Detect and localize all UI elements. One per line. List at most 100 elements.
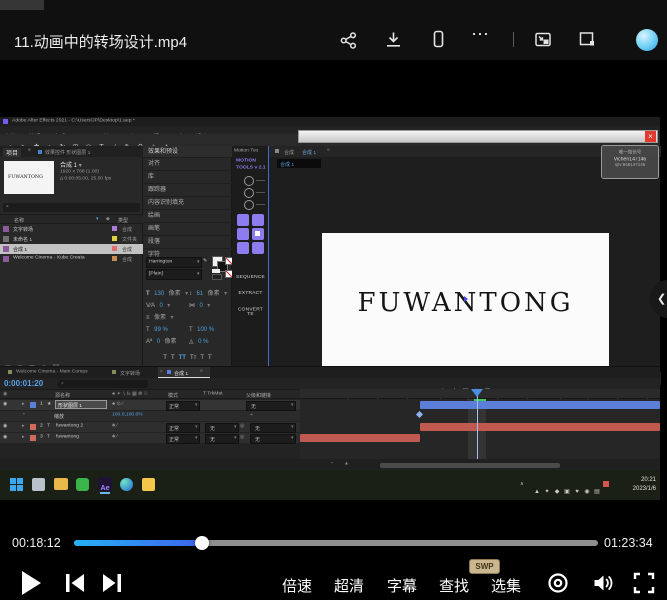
- project-row[interactable]: 未命名 1 文件夹: [0, 234, 143, 244]
- motion-swatch[interactable]: [252, 214, 264, 226]
- panel-list-item[interactable]: 画笔: [143, 223, 232, 236]
- twirl-icon[interactable]: ▸: [22, 401, 25, 407]
- motion-buttons-item[interactable]: CONVERT TE: [236, 307, 266, 317]
- caret-icon[interactable]: ▾: [207, 303, 210, 309]
- panel-list-item[interactable]: 段落: [143, 236, 232, 249]
- timeline-tab-active[interactable]: × 合成 1 ≡: [158, 367, 210, 378]
- project-row[interactable]: 文字转场 合成: [0, 224, 143, 234]
- motion-dial[interactable]: [244, 188, 254, 198]
- label-square[interactable]: [112, 236, 117, 241]
- parent-select[interactable]: 无 ▾: [250, 434, 296, 444]
- volume-button[interactable]: [591, 571, 615, 595]
- property-value[interactable]: 100.0,100.0%: [112, 412, 143, 417]
- timeline-graph-area[interactable]: [300, 399, 660, 459]
- motion-buttons-item[interactable]: SEQUENCE: [236, 275, 266, 280]
- next-button[interactable]: [99, 572, 125, 594]
- layer-row[interactable]: ◉ ▸ 3 T fuwantong ♣ ∕ 正常 ▾ 无 ▾ ◎: [0, 433, 300, 443]
- viewer-tab-menu-icon[interactable]: ≡: [327, 148, 330, 153]
- motion-swatch[interactable]: [252, 242, 264, 254]
- composition-canvas[interactable]: FUWANTONG: [322, 233, 609, 371]
- project-search-box[interactable]: ⌕: [3, 203, 140, 212]
- avatar[interactable]: [636, 29, 658, 51]
- playhead-marker[interactable]: [471, 389, 483, 397]
- system-tray-icons-item[interactable]: ♥: [572, 489, 582, 495]
- playhead-line[interactable]: [477, 389, 478, 459]
- parent-select[interactable]: 无 ▾: [250, 423, 296, 433]
- mini-window-button[interactable]: [577, 30, 597, 49]
- faux-styles-row-item[interactable]: Tт: [190, 355, 196, 361]
- column-source-name[interactable]: 源名称: [55, 391, 70, 398]
- panel-list-item[interactable]: 对齐: [143, 158, 232, 171]
- panel-list-item[interactable]: 库: [143, 171, 232, 184]
- pickwhip-icon[interactable]: ◎: [240, 423, 244, 429]
- caret-icon[interactable]: ▾: [185, 291, 188, 297]
- effects-presets-panel-header[interactable]: 效果和预设: [143, 146, 232, 158]
- layer-row[interactable]: ◉ ▸ 1 ★ 形状图层 1 ♣ ⊙ ∕ 正常 ▾ 无 ▾: [0, 400, 300, 410]
- tab-menu-icon[interactable]: ≡: [200, 369, 203, 374]
- motion-dial[interactable]: [244, 176, 254, 186]
- taskbar-app-explorer[interactable]: [32, 478, 45, 491]
- system-tray-icons[interactable]: ▲✦◆▣♥◉▤: [532, 480, 602, 498]
- comp-breadcrumb[interactable]: 合成 1: [277, 159, 321, 168]
- taskbar-app-notes[interactable]: [142, 478, 155, 491]
- motion-dial[interactable]: [244, 200, 254, 210]
- twirl-icon[interactable]: ▸: [22, 434, 25, 440]
- tab-project-menu-icon[interactable]: ≡: [28, 148, 31, 153]
- speed-button[interactable]: 倍速: [282, 575, 312, 596]
- stopwatch-icon[interactable]: ◔: [22, 412, 25, 417]
- share-button[interactable]: [339, 31, 358, 50]
- fullscreen-button[interactable]: [633, 572, 655, 594]
- layer-name[interactable]: fuwantong: [56, 434, 79, 439]
- motion-buttons-item[interactable]: EXTRACT: [236, 291, 266, 296]
- caret-icon[interactable]: ▾: [224, 291, 227, 297]
- faux-styles-row[interactable]: TTTTTтTT: [143, 346, 232, 364]
- baseline-value[interactable]: 0: [157, 339, 160, 345]
- faux-styles-row-item[interactable]: TT: [179, 355, 186, 361]
- column-mode[interactable]: 模式: [168, 391, 178, 398]
- taskbar-app-wechat[interactable]: [76, 478, 89, 491]
- faux-styles-row-item[interactable]: T: [163, 355, 167, 361]
- visibility-icon[interactable]: ◉: [3, 423, 7, 429]
- download-button[interactable]: [384, 30, 403, 49]
- motion-swatch[interactable]: [237, 214, 249, 226]
- close-button[interactable]: ×: [645, 131, 656, 142]
- layer-name-box[interactable]: 形状图层 1: [55, 400, 107, 409]
- visibility-icon[interactable]: ◉: [3, 401, 7, 407]
- caret-icon[interactable]: ▾: [170, 315, 173, 321]
- blend-mode-select[interactable]: 正常 ▾: [166, 423, 200, 433]
- trkmat-select[interactable]: 无 ▾: [205, 423, 239, 433]
- layer-label-square[interactable]: [30, 402, 36, 408]
- system-tray-icons-item[interactable]: ◆: [552, 488, 562, 495]
- panel-list-item[interactable]: 绘画: [143, 210, 232, 223]
- system-tray-icons-item[interactable]: ▲: [532, 489, 542, 495]
- layer-bar-text2[interactable]: [420, 423, 660, 431]
- blend-mode-select[interactable]: 正常 ▾: [166, 434, 200, 444]
- timeline-scrollbar[interactable]: [380, 463, 560, 468]
- timeline-tab[interactable]: Welcome Cinema - Main Comps: [16, 369, 88, 374]
- system-tray-icons-item[interactable]: ▤: [592, 488, 602, 495]
- tab-project[interactable]: 项目: [3, 148, 21, 157]
- project-row[interactable]: Welcome Cinema - Xube Creata 合成: [0, 254, 143, 264]
- tab-close-icon[interactable]: ×: [160, 369, 163, 374]
- motion-swatch[interactable]: [237, 228, 249, 240]
- label-square[interactable]: [112, 256, 117, 261]
- timeline-search-box[interactable]: ⌕: [58, 380, 148, 388]
- taskbar-clock[interactable]: 20:21 2023/1/6: [614, 476, 656, 494]
- play-button[interactable]: [22, 571, 41, 595]
- column-parent[interactable]: 父级和链接: [246, 391, 271, 398]
- parent-select[interactable]: 无 ▾: [246, 401, 296, 411]
- property-name[interactable]: 缩放: [54, 412, 64, 419]
- timeline-timecode[interactable]: 0:00:01:20: [4, 379, 43, 388]
- episodes-button[interactable]: 选集: [491, 575, 521, 596]
- project-row-selected[interactable]: 合成 1 合成: [0, 244, 143, 254]
- subtitle-button[interactable]: 字幕: [387, 575, 417, 596]
- layer-switches[interactable]: ♣ ∕: [112, 434, 117, 439]
- seek-bar[interactable]: [74, 540, 598, 546]
- trkmat-select[interactable]: 无 ▾: [205, 434, 239, 444]
- system-tray-icons-item[interactable]: ▣: [562, 488, 572, 495]
- tab-effect-controls[interactable]: 效果控件 形状图层 1: [45, 148, 90, 155]
- visibility-icon[interactable]: ◉: [3, 434, 7, 440]
- more-button[interactable]: ⋯: [471, 24, 490, 45]
- viewer-tab-comp[interactable]: 合成 1: [302, 148, 316, 155]
- viewer-tab-label[interactable]: 合成: [284, 148, 294, 155]
